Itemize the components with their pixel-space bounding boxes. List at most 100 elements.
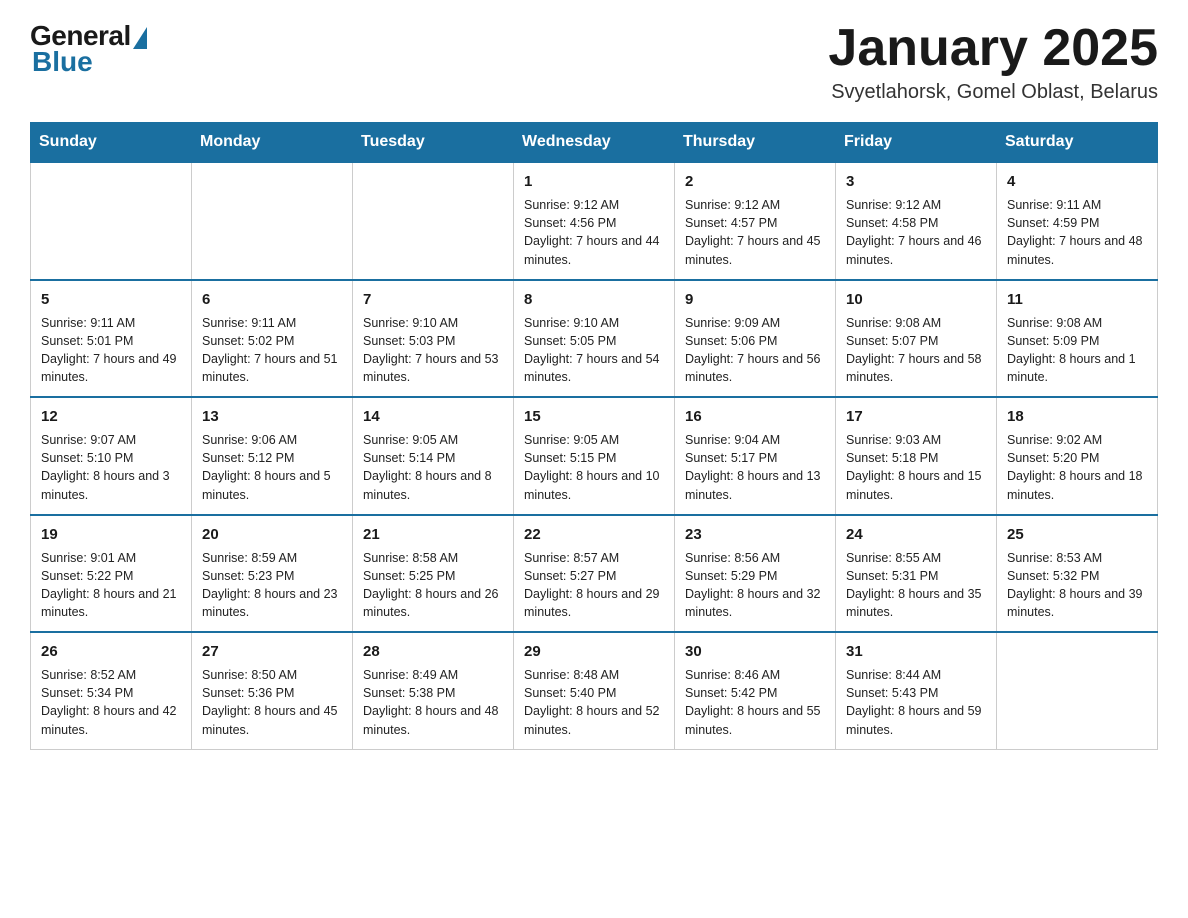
day-info: Sunrise: 9:05 AM Sunset: 5:15 PM Dayligh… bbox=[524, 431, 664, 504]
calendar-day-cell: 31Sunrise: 8:44 AM Sunset: 5:43 PM Dayli… bbox=[836, 632, 997, 749]
calendar-empty-cell bbox=[192, 162, 353, 280]
day-number: 1 bbox=[524, 171, 664, 192]
day-info: Sunrise: 9:09 AM Sunset: 5:06 PM Dayligh… bbox=[685, 314, 825, 387]
weekday-header-saturday: Saturday bbox=[997, 123, 1158, 163]
day-number: 25 bbox=[1007, 524, 1147, 545]
calendar-week-row: 19 Sunrise: 9:01 AM Sunset: 5:22 PM Dayli… bbox=[31, 515, 1158, 633]
calendar-day-cell: 17 Sunrise: 9:03 AM Sunset: 5:18 PM Dayli… bbox=[836, 397, 997, 515]
calendar-day-cell: 23 Sunrise: 8:56 AM Sunset: 5:29 PM Dayli… bbox=[675, 515, 836, 633]
calendar-day-cell: 4 Sunrise: 9:11 AM Sunset: 4:59 PM Daylig… bbox=[997, 162, 1158, 280]
day-number: 23 bbox=[685, 524, 825, 545]
weekday-header-row: SundayMondayTuesdayWednesdayThursdayFrid… bbox=[31, 123, 1158, 163]
day-info: Sunrise: 8:55 AM Sunset: 5:31 PM Dayligh… bbox=[846, 549, 986, 622]
day-info: Sunrise: 9:12 AM Sunset: 4:57 PM Dayligh… bbox=[685, 196, 825, 269]
day-info: Sunrise: 9:08 AM Sunset: 5:09 PM Dayligh… bbox=[1007, 314, 1147, 387]
calendar-day-cell: 26 Sunrise: 8:52 AM Sunset: 5:34 PM Dayli… bbox=[31, 632, 192, 749]
day-info: Sunrise: 8:49 AM Sunset: 5:38 PM Dayligh… bbox=[363, 666, 503, 739]
location-text: Svyetlahorsk, Gomel Oblast, Belarus bbox=[828, 81, 1158, 104]
weekday-header-sunday: Sunday bbox=[31, 123, 192, 163]
calendar-day-cell: 19 Sunrise: 9:01 AM Sunset: 5:22 PM Dayli… bbox=[31, 515, 192, 633]
calendar-day-cell: 22Sunrise: 8:57 AM Sunset: 5:27 PM Dayli… bbox=[514, 515, 675, 633]
day-info: Sunrise: 9:06 AM Sunset: 5:12 PM Dayligh… bbox=[202, 431, 342, 504]
calendar-day-cell: 20 Sunrise: 8:59 AM Sunset: 5:23 PM Dayli… bbox=[192, 515, 353, 633]
day-number: 17 bbox=[846, 406, 986, 427]
calendar-week-row: 1 Sunrise: 9:12 AM Sunset: 4:56 PM Daylig… bbox=[31, 162, 1158, 280]
day-number: 21 bbox=[363, 524, 503, 545]
day-info: Sunrise: 8:58 AM Sunset: 5:25 PM Dayligh… bbox=[363, 549, 503, 622]
day-info: Sunrise: 8:53 AM Sunset: 5:32 PM Dayligh… bbox=[1007, 549, 1147, 622]
day-number: 30 bbox=[685, 641, 825, 662]
title-section: January 2025 Svyetlahorsk, Gomel Oblast,… bbox=[828, 20, 1158, 104]
calendar-day-cell: 1 Sunrise: 9:12 AM Sunset: 4:56 PM Daylig… bbox=[514, 162, 675, 280]
day-info: Sunrise: 8:48 AM Sunset: 5:40 PM Dayligh… bbox=[524, 666, 664, 739]
calendar-day-cell: 28 Sunrise: 8:49 AM Sunset: 5:38 PM Dayli… bbox=[353, 632, 514, 749]
day-number: 27 bbox=[202, 641, 342, 662]
day-info: Sunrise: 9:11 AM Sunset: 5:02 PM Dayligh… bbox=[202, 314, 342, 387]
calendar-day-cell: 12 Sunrise: 9:07 AM Sunset: 5:10 PM Dayli… bbox=[31, 397, 192, 515]
day-number: 28 bbox=[363, 641, 503, 662]
calendar-day-cell: 5 Sunrise: 9:11 AM Sunset: 5:01 PM Daylig… bbox=[31, 280, 192, 398]
day-number: 11 bbox=[1007, 289, 1147, 310]
day-number: 6 bbox=[202, 289, 342, 310]
day-info: Sunrise: 9:03 AM Sunset: 5:18 PM Dayligh… bbox=[846, 431, 986, 504]
calendar-day-cell: 21 Sunrise: 8:58 AM Sunset: 5:25 PM Dayli… bbox=[353, 515, 514, 633]
day-info: Sunrise: 9:11 AM Sunset: 4:59 PM Dayligh… bbox=[1007, 196, 1147, 269]
day-info: Sunrise: 8:56 AM Sunset: 5:29 PM Dayligh… bbox=[685, 549, 825, 622]
calendar-week-row: 26 Sunrise: 8:52 AM Sunset: 5:34 PM Dayli… bbox=[31, 632, 1158, 749]
day-number: 22 bbox=[524, 524, 664, 545]
day-number: 16 bbox=[685, 406, 825, 427]
day-number: 13 bbox=[202, 406, 342, 427]
day-info: Sunrise: 8:59 AM Sunset: 5:23 PM Dayligh… bbox=[202, 549, 342, 622]
calendar-day-cell: 6 Sunrise: 9:11 AM Sunset: 5:02 PM Daylig… bbox=[192, 280, 353, 398]
calendar-week-row: 12 Sunrise: 9:07 AM Sunset: 5:10 PM Dayli… bbox=[31, 397, 1158, 515]
weekday-header-monday: Monday bbox=[192, 123, 353, 163]
day-number: 12 bbox=[41, 406, 181, 427]
weekday-header-tuesday: Tuesday bbox=[353, 123, 514, 163]
day-info: Sunrise: 9:04 AM Sunset: 5:17 PM Dayligh… bbox=[685, 431, 825, 504]
day-number: 8 bbox=[524, 289, 664, 310]
day-number: 7 bbox=[363, 289, 503, 310]
logo-triangle-icon bbox=[133, 27, 147, 49]
weekday-header-wednesday: Wednesday bbox=[514, 123, 675, 163]
day-info: Sunrise: 9:05 AM Sunset: 5:14 PM Dayligh… bbox=[363, 431, 503, 504]
day-number: 19 bbox=[41, 524, 181, 545]
day-info: Sunrise: 9:07 AM Sunset: 5:10 PM Dayligh… bbox=[41, 431, 181, 504]
calendar-table: SundayMondayTuesdayWednesdayThursdayFrid… bbox=[30, 122, 1158, 750]
day-number: 26 bbox=[41, 641, 181, 662]
month-title: January 2025 bbox=[828, 20, 1158, 77]
day-number: 10 bbox=[846, 289, 986, 310]
calendar-day-cell: 2 Sunrise: 9:12 AM Sunset: 4:57 PM Daylig… bbox=[675, 162, 836, 280]
calendar-day-cell: 16 Sunrise: 9:04 AM Sunset: 5:17 PM Dayli… bbox=[675, 397, 836, 515]
calendar-day-cell: 15 Sunrise: 9:05 AM Sunset: 5:15 PM Dayli… bbox=[514, 397, 675, 515]
day-info: Sunrise: 8:50 AM Sunset: 5:36 PM Dayligh… bbox=[202, 666, 342, 739]
calendar-day-cell: 29 Sunrise: 8:48 AM Sunset: 5:40 PM Dayli… bbox=[514, 632, 675, 749]
page-header: General Blue January 2025 Svyetlahorsk, … bbox=[30, 20, 1158, 104]
calendar-empty-cell bbox=[997, 632, 1158, 749]
calendar-day-cell: 11 Sunrise: 9:08 AM Sunset: 5:09 PM Dayli… bbox=[997, 280, 1158, 398]
day-number: 15 bbox=[524, 406, 664, 427]
logo: General Blue bbox=[30, 20, 147, 78]
day-number: 14 bbox=[363, 406, 503, 427]
weekday-header-friday: Friday bbox=[836, 123, 997, 163]
day-number: 5 bbox=[41, 289, 181, 310]
day-info: Sunrise: 9:10 AM Sunset: 5:03 PM Dayligh… bbox=[363, 314, 503, 387]
day-info: Sunrise: 9:08 AM Sunset: 5:07 PM Dayligh… bbox=[846, 314, 986, 387]
day-info: Sunrise: 9:12 AM Sunset: 4:56 PM Dayligh… bbox=[524, 196, 664, 269]
day-number: 4 bbox=[1007, 171, 1147, 192]
day-info: Sunrise: 8:44 AM Sunset: 5:43 PM Dayligh… bbox=[846, 666, 986, 739]
calendar-day-cell: 14 Sunrise: 9:05 AM Sunset: 5:14 PM Dayli… bbox=[353, 397, 514, 515]
day-info: Sunrise: 9:02 AM Sunset: 5:20 PM Dayligh… bbox=[1007, 431, 1147, 504]
day-info: Sunrise: 8:52 AM Sunset: 5:34 PM Dayligh… bbox=[41, 666, 181, 739]
day-number: 20 bbox=[202, 524, 342, 545]
calendar-day-cell: 24 Sunrise: 8:55 AM Sunset: 5:31 PM Dayli… bbox=[836, 515, 997, 633]
day-info: Sunrise: 9:10 AM Sunset: 5:05 PM Dayligh… bbox=[524, 314, 664, 387]
day-number: 2 bbox=[685, 171, 825, 192]
day-number: 29 bbox=[524, 641, 664, 662]
calendar-empty-cell bbox=[353, 162, 514, 280]
calendar-day-cell: 13 Sunrise: 9:06 AM Sunset: 5:12 PM Dayli… bbox=[192, 397, 353, 515]
day-info: Sunrise: 9:01 AM Sunset: 5:22 PM Dayligh… bbox=[41, 549, 181, 622]
day-number: 24 bbox=[846, 524, 986, 545]
day-info: Sunrise: 9:11 AM Sunset: 5:01 PM Dayligh… bbox=[41, 314, 181, 387]
calendar-day-cell: 8 Sunrise: 9:10 AM Sunset: 5:05 PM Daylig… bbox=[514, 280, 675, 398]
calendar-empty-cell bbox=[31, 162, 192, 280]
